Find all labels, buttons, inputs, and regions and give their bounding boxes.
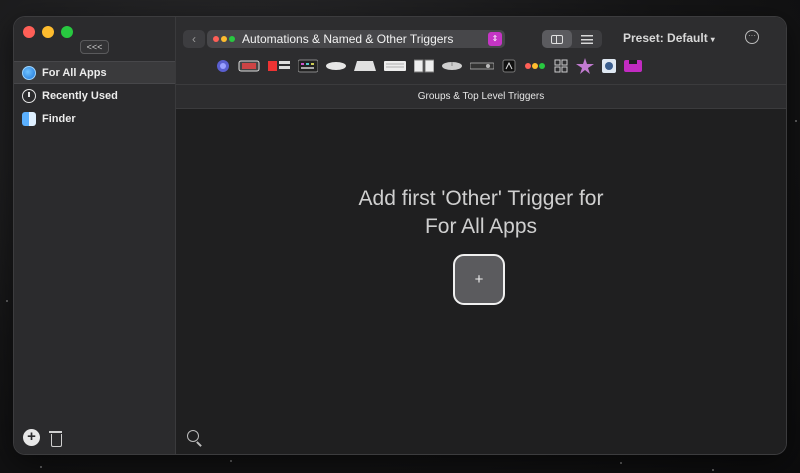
- sidebar: <<< For All Apps Recently Used Finder +: [14, 17, 176, 454]
- sidebar-item-recently-used[interactable]: Recently Used: [14, 84, 175, 107]
- keyboard-shortcut-icon[interactable]: [298, 59, 318, 73]
- trigger-category-bar: [216, 57, 642, 75]
- columns-view-button[interactable]: [542, 30, 572, 48]
- chevron-updown-icon: ⇕: [488, 32, 502, 46]
- green-dot-icon: [229, 36, 235, 42]
- main-panel: ‹ Automations & Named & Other Triggers ⇕…: [176, 17, 786, 454]
- empty-state-line: Add first 'Other' Trigger for: [358, 187, 604, 210]
- empty-state-message: Add first 'Other' Trigger for For All Ap…: [176, 185, 786, 241]
- notch-bar-icon[interactable]: [624, 59, 642, 73]
- app-window: <<< For All Apps Recently Used Finder + …: [14, 17, 786, 454]
- collapse-sidebar-button[interactable]: <<<: [80, 40, 109, 54]
- zoom-button[interactable]: [61, 26, 73, 38]
- trackpad-icon[interactable]: [238, 60, 260, 72]
- columns-icon: [551, 34, 563, 44]
- automation-traffic-icon[interactable]: [524, 62, 546, 70]
- sidebar-item-label: For All Apps: [42, 66, 107, 79]
- macbook-touchbar-icon[interactable]: [268, 59, 290, 73]
- normal-mouse-icon[interactable]: [442, 61, 462, 71]
- sidebar-actions: +: [23, 429, 62, 447]
- app-list: For All Apps Recently Used Finder: [14, 61, 175, 130]
- keyboard-icon[interactable]: [384, 60, 406, 72]
- preset-selector[interactable]: Preset: Default ▾: [623, 31, 715, 45]
- sidebar-item-finder[interactable]: Finder: [14, 107, 175, 130]
- caret-down-icon: ▾: [710, 35, 715, 44]
- clock-icon: [22, 88, 36, 103]
- add-trigger-button[interactable]: +: [453, 254, 505, 305]
- list-icon: [581, 34, 593, 44]
- more-options-button[interactable]: ···: [745, 30, 759, 44]
- globe-icon: [22, 65, 36, 80]
- magic-mouse-icon[interactable]: [326, 61, 346, 71]
- touchbar-circle-icon[interactable]: [216, 59, 230, 73]
- toolbar: ‹ Automations & Named & Other Triggers ⇕…: [176, 17, 786, 84]
- section-header: Groups & Top Level Triggers: [176, 84, 786, 109]
- bettertouch-icon[interactable]: [602, 59, 616, 73]
- trigger-type-label: Automations & Named & Other Triggers: [242, 32, 454, 46]
- preset-label: Preset: Default: [623, 31, 708, 45]
- siri-remote-icon[interactable]: [414, 59, 434, 73]
- minimize-button[interactable]: [42, 26, 54, 38]
- sidebar-item-label: Finder: [42, 112, 76, 125]
- red-dot-icon: [213, 36, 219, 42]
- sidebar-item-for-all-apps[interactable]: For All Apps: [14, 61, 175, 84]
- finder-icon: [22, 111, 36, 126]
- add-app-button[interactable]: +: [23, 429, 40, 446]
- trash-icon[interactable]: [49, 429, 62, 447]
- window-controls: [23, 26, 73, 38]
- back-button[interactable]: ‹: [183, 30, 205, 48]
- magic-trackpad-icon[interactable]: [354, 60, 376, 72]
- midi-icon[interactable]: [576, 58, 594, 74]
- yellow-dot-icon: [221, 36, 227, 42]
- search-icon[interactable]: [187, 430, 204, 447]
- trigger-type-dropdown[interactable]: Automations & Named & Other Triggers ⇕: [207, 30, 505, 48]
- list-view-button[interactable]: [572, 30, 602, 48]
- sidebar-item-label: Recently Used: [42, 89, 118, 102]
- view-mode-toggle: [542, 30, 602, 48]
- empty-state-app-name: For All Apps: [424, 215, 538, 238]
- stream-deck-icon[interactable]: [502, 59, 516, 73]
- close-button[interactable]: [23, 26, 35, 38]
- apple-remote-icon[interactable]: [470, 61, 494, 71]
- drawings-icon[interactable]: [554, 59, 568, 73]
